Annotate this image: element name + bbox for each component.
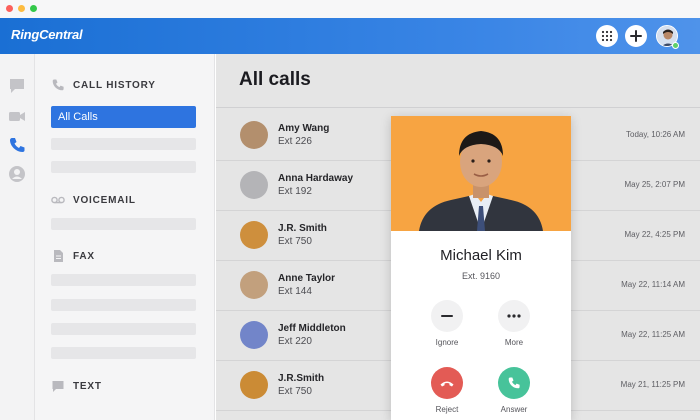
voicemail-title: VOICEMAIL: [73, 194, 136, 206]
call-history-header[interactable]: CALL HISTORY: [51, 78, 156, 92]
contacts-icon[interactable]: [8, 165, 26, 183]
maximize-window-button[interactable]: [30, 5, 37, 12]
phone-icon: [508, 377, 520, 389]
top-bar: RingCentral: [0, 18, 700, 54]
close-window-button[interactable]: [6, 5, 13, 12]
minimize-window-button[interactable]: [18, 5, 25, 12]
title-bar: [0, 0, 700, 18]
app-window: RingCentral CALL HISTORY All Calls VOICE…: [0, 0, 700, 420]
document-icon: [54, 250, 63, 262]
caller-photo: [391, 116, 571, 231]
brand-logo: RingCentral: [11, 27, 83, 42]
more-label: More: [504, 338, 524, 347]
answer-button[interactable]: [498, 367, 530, 399]
video-icon[interactable]: [8, 107, 26, 125]
incoming-call-card: Michael Kim Ext. 9160 Ignore More Reject…: [391, 116, 571, 420]
caller-ext: Ext. 9160: [461, 271, 501, 281]
sidebar-item-all-calls[interactable]: All Calls: [51, 106, 196, 128]
sidebar-placeholder-item[interactable]: [51, 347, 196, 359]
phone-icon[interactable]: [8, 136, 26, 154]
more-button[interactable]: [498, 300, 530, 332]
voicemail-icon: [51, 196, 65, 204]
ignore-button[interactable]: [431, 300, 463, 332]
sidebar-placeholder-item[interactable]: [51, 299, 196, 311]
ignore-label: Ignore: [435, 338, 459, 347]
reject-label: Reject: [435, 405, 459, 414]
sidebar-placeholder-item[interactable]: [51, 274, 196, 286]
text-title: TEXT: [73, 380, 102, 392]
call-history-title: CALL HISTORY: [73, 79, 156, 91]
plus-icon: [630, 30, 642, 42]
dialpad-button[interactable]: [596, 25, 618, 47]
phone-icon: [52, 79, 64, 91]
minus-icon: [441, 315, 453, 317]
sidebar-placeholder-item[interactable]: [51, 138, 196, 150]
chat-icon: [52, 381, 64, 392]
fax-header[interactable]: FAX: [51, 249, 95, 263]
text-header[interactable]: TEXT: [51, 379, 102, 393]
caller-name: Michael Kim: [440, 247, 522, 264]
sidebar-placeholder-item[interactable]: [51, 161, 196, 173]
voicemail-header[interactable]: VOICEMAIL: [51, 193, 136, 207]
sidebar: CALL HISTORY All Calls VOICEMAIL FAX TEX…: [35, 54, 215, 420]
fax-title: FAX: [73, 250, 95, 262]
reject-button[interactable]: [431, 367, 463, 399]
sidebar-placeholder-item[interactable]: [51, 218, 196, 230]
nav-rail: [0, 54, 35, 420]
sidebar-placeholder-item[interactable]: [51, 323, 196, 335]
hang-up-icon: [440, 381, 454, 387]
add-button[interactable]: [625, 25, 647, 47]
answer-label: Answer: [500, 405, 528, 414]
message-icon[interactable]: [8, 77, 26, 95]
more-icon: [507, 314, 521, 318]
presence-indicator: [672, 42, 679, 49]
dialpad-icon: [601, 30, 613, 42]
